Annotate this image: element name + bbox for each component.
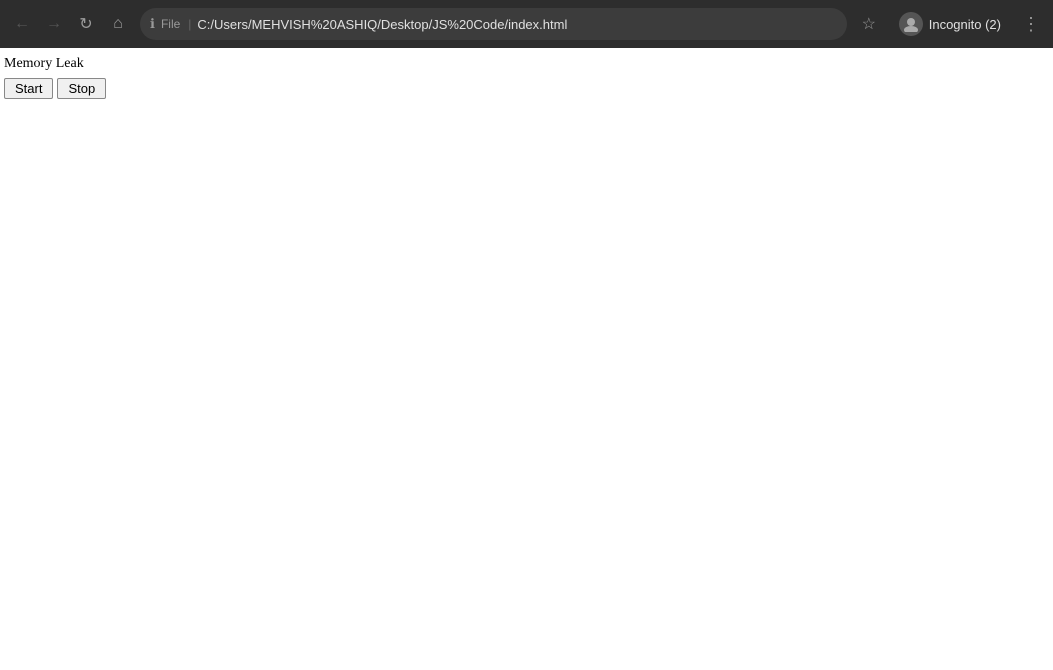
- avatar: [899, 12, 923, 36]
- forward-icon: →: [46, 15, 62, 33]
- page-content: Memory Leak Start Stop: [0, 48, 1053, 670]
- forward-button[interactable]: →: [40, 10, 68, 38]
- button-group: Start Stop: [4, 78, 1049, 99]
- nav-buttons: ← → ↻ ⌂: [8, 10, 132, 38]
- page-title: Memory Leak: [4, 56, 1049, 72]
- file-label: File: [161, 17, 180, 31]
- back-icon: ←: [14, 15, 30, 33]
- stop-button[interactable]: Stop: [57, 78, 106, 99]
- star-icon: ☆: [862, 14, 876, 34]
- menu-icon: ⋮: [1022, 14, 1040, 35]
- back-button[interactable]: ←: [8, 10, 36, 38]
- reload-button[interactable]: ↻: [72, 10, 100, 38]
- chrome-menu-button[interactable]: ⋮: [1017, 10, 1045, 38]
- address-bar[interactable]: ℹ File | C:/Users/MEHVISH%20ASHIQ/Deskto…: [140, 8, 847, 40]
- start-button[interactable]: Start: [4, 78, 53, 99]
- reload-icon: ↻: [79, 14, 92, 34]
- right-controls: ☆ Incognito (2) ⋮: [855, 8, 1045, 40]
- url-text: C:/Users/MEHVISH%20ASHIQ/Desktop/JS%20Co…: [197, 17, 836, 32]
- home-button[interactable]: ⌂: [104, 10, 132, 38]
- browser-chrome: ← → ↻ ⌂ ℹ File | C:/Users/MEHVISH%20ASHI…: [0, 0, 1053, 48]
- url-separator: |: [188, 17, 191, 31]
- incognito-button[interactable]: Incognito (2): [891, 8, 1009, 40]
- info-icon: ℹ: [150, 16, 155, 32]
- incognito-label: Incognito (2): [929, 17, 1001, 32]
- home-icon: ⌂: [113, 15, 123, 33]
- bookmark-button[interactable]: ☆: [855, 10, 883, 38]
